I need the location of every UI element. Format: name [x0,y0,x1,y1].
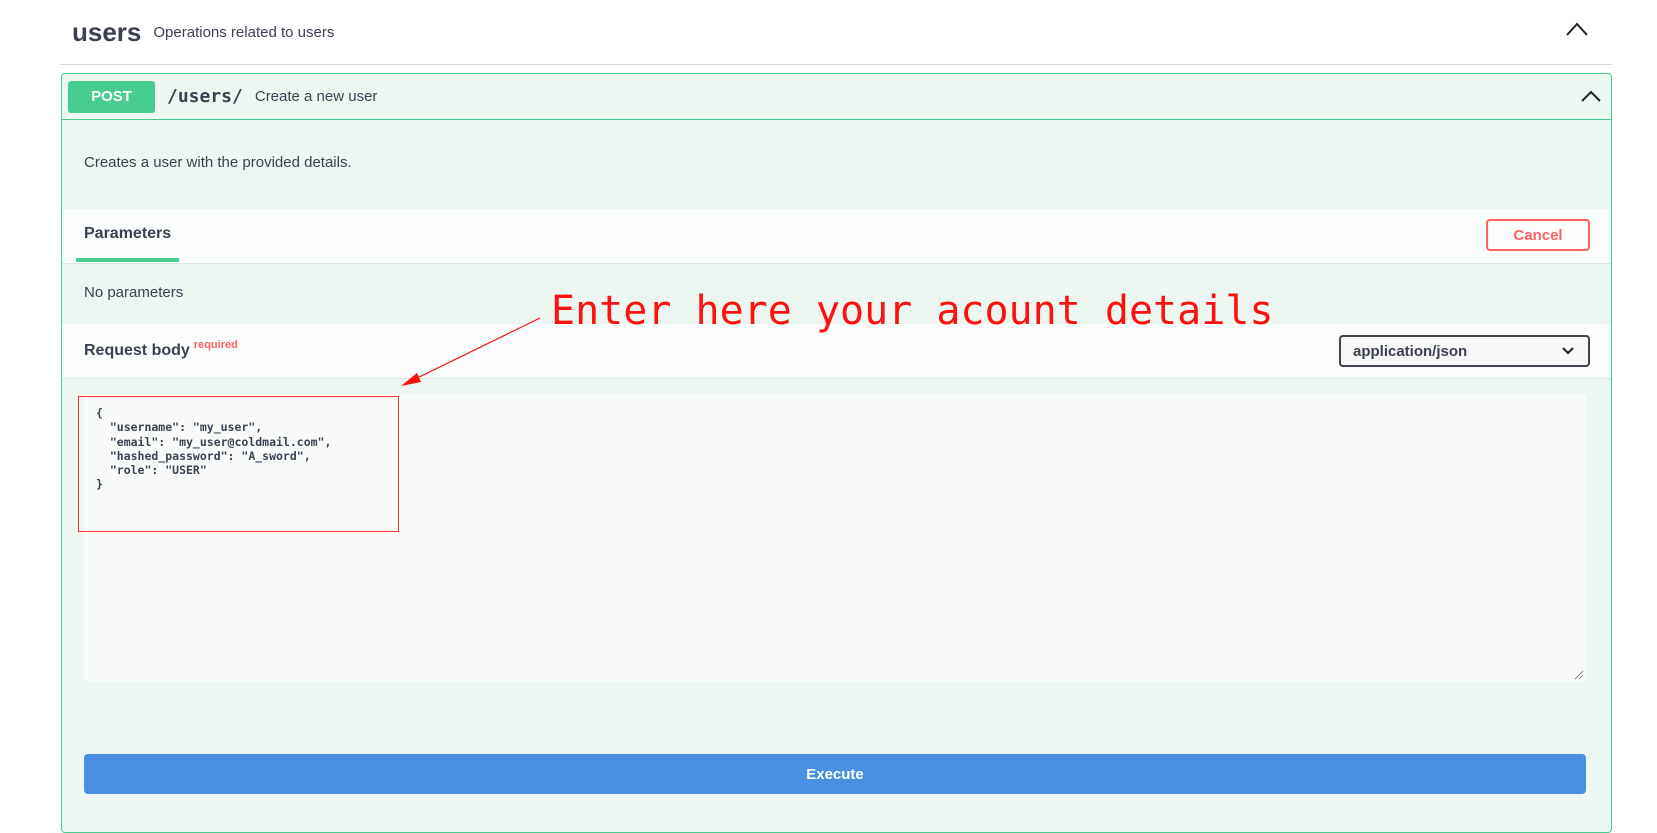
operation-summary-text: Create a new user [254,88,378,105]
cancel-button[interactable]: Cancel [1486,219,1590,251]
tag-description: Operations related to users [153,23,335,41]
chevron-down-icon [1562,347,1574,355]
operation-summary[interactable]: POST /users/ Create a new user [62,74,1611,120]
no-parameters-text: No parameters [84,284,184,301]
annotation-highlight-box [78,396,399,532]
operation-description: Creates a user with the provided details… [84,154,352,171]
execute-button[interactable]: Execute [84,754,1586,794]
chevron-up-icon[interactable] [1581,90,1601,102]
annotation-text: Enter here your acount details [551,288,1274,334]
annotation-arrow-icon [401,317,541,386]
resize-handle-icon[interactable] [1574,670,1584,680]
request-body-label: Request body [84,342,190,359]
tab-parameters[interactable]: Parameters [76,209,180,262]
request-body-title: Request body required [84,339,238,360]
method-badge: POST [68,80,155,113]
content-type-select[interactable]: application/json [1339,335,1590,367]
tag-name: users [72,16,142,47]
operation-path: /users/ [167,86,243,107]
chevron-up-icon[interactable] [1566,22,1588,36]
content-type-value: application/json [1353,342,1468,360]
tag-header[interactable]: users Operations related to users [60,0,1612,65]
parameters-header: Parameters Cancel [62,209,1611,264]
required-badge: required [193,339,238,351]
